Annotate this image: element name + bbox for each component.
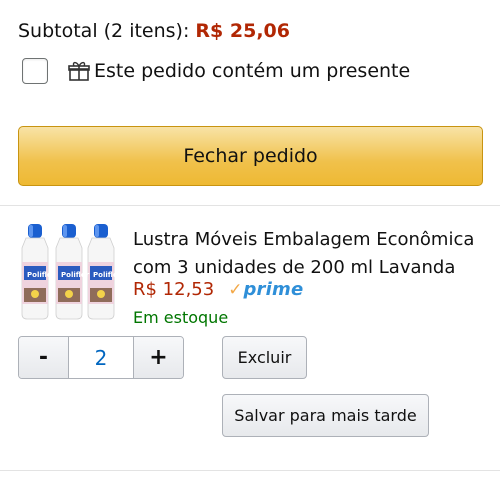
product-price: R$ 12,53 <box>133 279 215 300</box>
prime-badge: ✓ prime <box>228 279 303 300</box>
product-title[interactable]: Lustra Móveis Embalagem Econômica com 3 … <box>133 226 483 282</box>
product-image[interactable]: Poliflor Poliflor Poliflor <box>18 222 122 322</box>
gift-checkbox[interactable] <box>22 58 48 84</box>
stock-status: Em estoque <box>133 308 229 327</box>
cart-subtotal: Subtotal (2 itens): R$ 25,06 <box>18 20 290 42</box>
quantity-value[interactable]: 2 <box>69 337 133 378</box>
subtotal-label: Subtotal (2 itens): <box>18 20 190 42</box>
check-icon: ✓ <box>228 279 243 300</box>
brand-label-3: Poliflor <box>93 271 118 279</box>
quantity-stepper: - 2 + <box>18 336 184 379</box>
subtotal-amount: R$ 25,06 <box>195 20 290 42</box>
gift-icon <box>68 60 90 82</box>
gift-label: Este pedido contém um presente <box>94 60 411 82</box>
prime-label: prime <box>243 279 304 300</box>
decrease-quantity-button[interactable]: - <box>19 337 69 378</box>
brand-label-1: Poliflor <box>27 271 56 279</box>
increase-quantity-button[interactable]: + <box>133 337 183 378</box>
price-row: R$ 12,53 ✓ prime <box>133 279 303 300</box>
divider <box>0 470 500 471</box>
delete-button[interactable]: Excluir <box>222 336 307 379</box>
brand-label-2: Poliflor <box>61 271 90 279</box>
checkout-button[interactable]: Fechar pedido <box>18 126 483 186</box>
save-for-later-button[interactable]: Salvar para mais tarde <box>222 394 429 437</box>
gift-option[interactable]: Este pedido contém um presente <box>22 58 410 84</box>
divider <box>0 205 500 206</box>
